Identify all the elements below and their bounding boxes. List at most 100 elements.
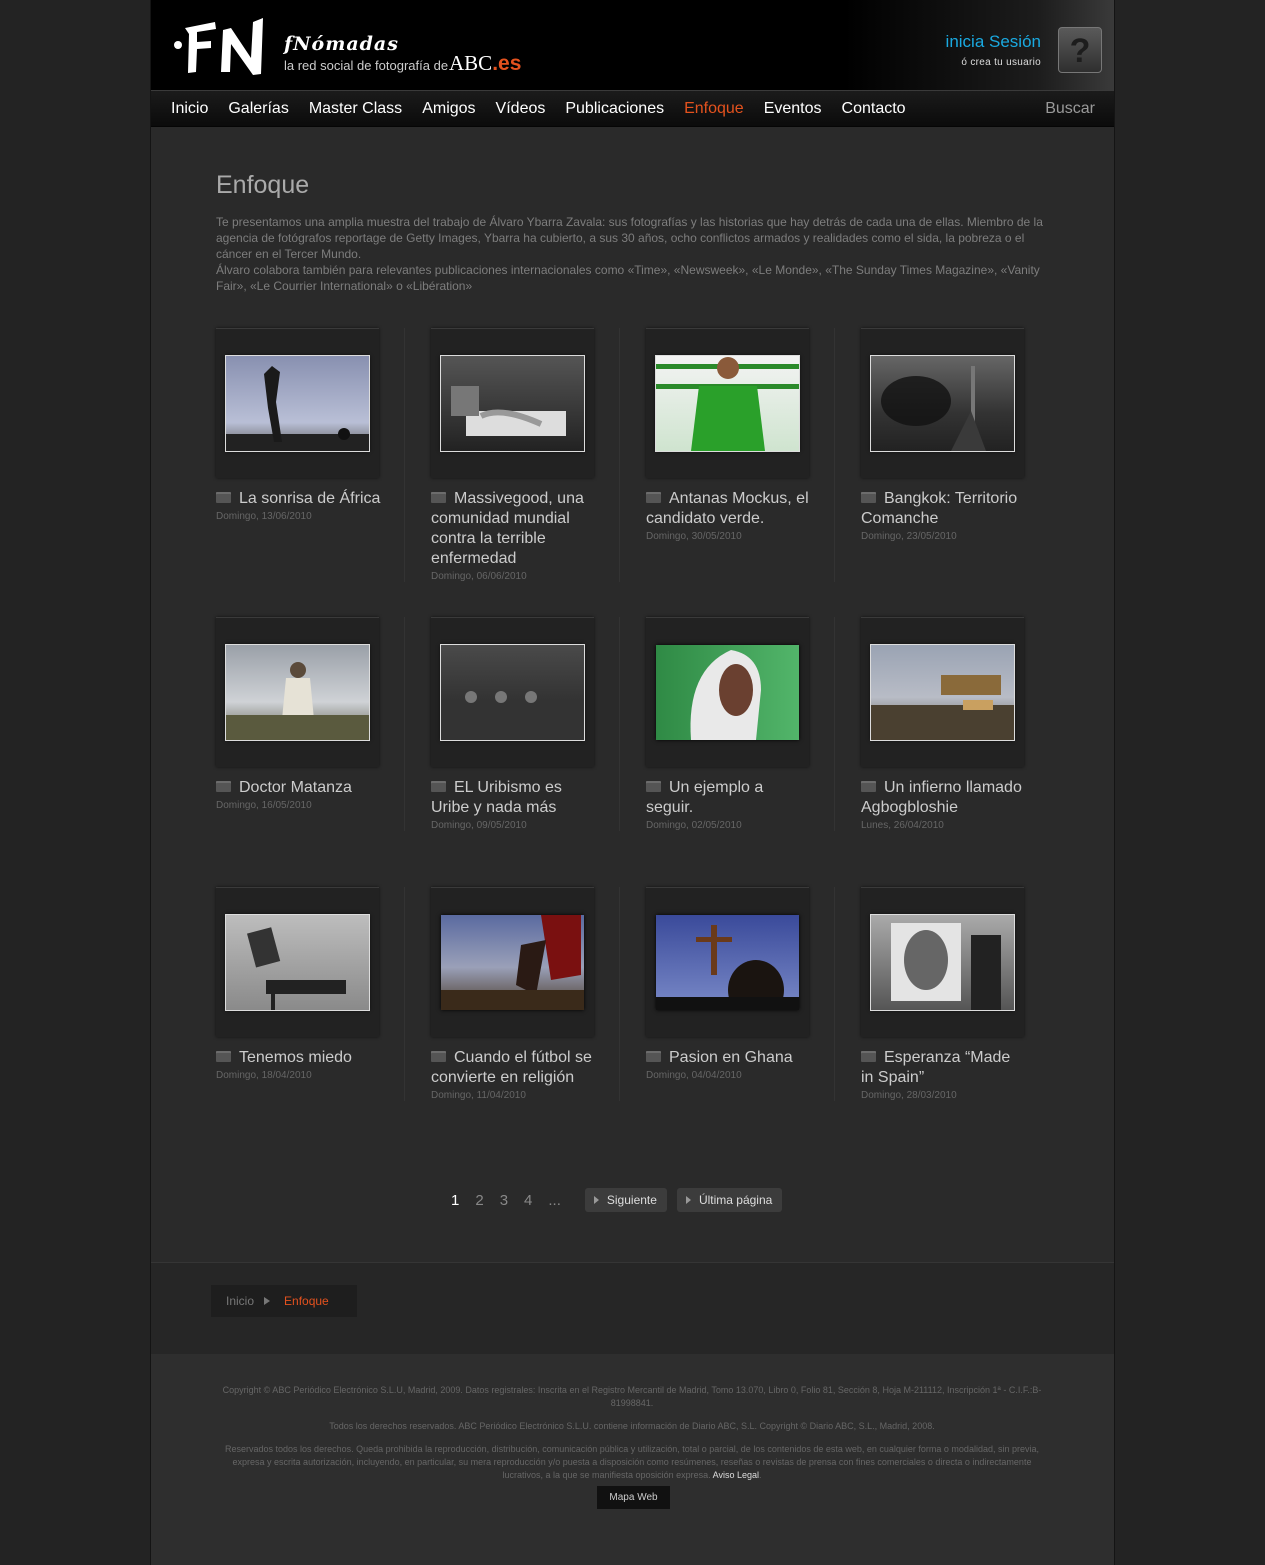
article-title-link[interactable]: Tenemos miedo bbox=[216, 1048, 381, 1068]
footer-legal-text: Reservados todos los derechos. Queda pro… bbox=[225, 1444, 1039, 1480]
site-logo-text[interactable]: fNómadas bbox=[284, 33, 399, 55]
thumbnail-frame[interactable] bbox=[431, 887, 594, 1037]
nav-item-amigos[interactable]: Amigos bbox=[412, 91, 485, 127]
abc-logo[interactable]: ABC.es bbox=[449, 51, 521, 76]
folder-icon bbox=[431, 781, 446, 792]
nav-item-master-class[interactable]: Master Class bbox=[299, 91, 412, 127]
article-title-link[interactable]: Doctor Matanza bbox=[216, 778, 381, 798]
thumbnail-frame[interactable] bbox=[216, 617, 379, 767]
article-title: Bangkok: Territorio Comanche bbox=[861, 490, 1018, 527]
thumbnail-frame[interactable] bbox=[861, 617, 1024, 767]
article-thumbnail[interactable] bbox=[656, 915, 799, 1010]
article-thumbnail[interactable] bbox=[225, 914, 370, 1011]
article-date: Domingo, 04/04/2010 bbox=[646, 1070, 742, 1081]
article-date: Domingo, 23/05/2010 bbox=[861, 531, 957, 542]
article-card: Doctor Matanza Domingo, 16/05/2010 bbox=[216, 617, 431, 831]
article-title-link[interactable]: Un ejemplo a seguir. bbox=[646, 778, 811, 818]
article-title-link[interactable]: La sonrisa de África bbox=[216, 489, 381, 509]
fn-logo-icon[interactable] bbox=[171, 10, 271, 80]
search-link[interactable]: Buscar bbox=[1045, 91, 1095, 127]
help-button[interactable]: ? bbox=[1058, 27, 1102, 73]
nav-item-enfoque[interactable]: Enfoque bbox=[674, 91, 754, 127]
article-thumbnail[interactable] bbox=[870, 355, 1015, 452]
article-thumbnail[interactable] bbox=[870, 644, 1015, 741]
article-thumbnail[interactable] bbox=[440, 644, 585, 741]
abc-logo-text: ABC bbox=[449, 51, 493, 75]
article-date: Domingo, 02/05/2010 bbox=[646, 820, 742, 831]
article-title-link[interactable]: Esperanza “Made in Spain” bbox=[861, 1048, 1026, 1088]
article-thumbnail[interactable] bbox=[225, 644, 370, 741]
article-title-link[interactable]: EL Uribismo es Uribe y nada más bbox=[431, 778, 596, 818]
article-card: Antanas Mockus, el candidato verde. Domin… bbox=[619, 328, 861, 582]
thumbnail-frame[interactable] bbox=[431, 328, 594, 478]
folder-icon bbox=[216, 1051, 231, 1062]
article-title: Antanas Mockus, el candidato verde. bbox=[646, 490, 809, 527]
breadcrumb-band: Inicio Enfoque bbox=[151, 1262, 1114, 1355]
article-card: La sonrisa de África Domingo, 13/06/2010 bbox=[216, 328, 431, 582]
footer-copyright: Copyright © ABC Periódico Electrónico S.… bbox=[222, 1385, 1042, 1408]
thumbnail-frame[interactable] bbox=[431, 617, 594, 767]
article-row: Tenemos miedo Domingo, 18/04/2010 Cuando e… bbox=[216, 887, 1076, 1101]
article-card: Tenemos miedo Domingo, 18/04/2010 bbox=[216, 887, 431, 1101]
folder-icon bbox=[861, 1051, 876, 1062]
article-title-link[interactable]: Cuando el fútbol se convierte en religió… bbox=[431, 1048, 596, 1088]
article-title-link[interactable]: Pasion en Ghana bbox=[646, 1048, 811, 1068]
article-title-link[interactable]: Un infierno llamado Agbogbloshie bbox=[861, 778, 1026, 818]
article-thumbnail[interactable] bbox=[656, 645, 799, 740]
article-card: Massivegood, una comunidad mundial contr… bbox=[404, 328, 646, 582]
article-thumbnail[interactable] bbox=[441, 915, 584, 1010]
page-1-link[interactable]: 1 bbox=[451, 1192, 459, 1209]
article-card: Bangkok: Territorio Comanche Domingo, 23/… bbox=[834, 328, 1076, 582]
article-card: Cuando el fútbol se convierte en religió… bbox=[404, 887, 646, 1101]
nav-item-eventos[interactable]: Eventos bbox=[754, 91, 832, 127]
aviso-legal-link[interactable]: Aviso Legal bbox=[713, 1470, 759, 1480]
breadcrumb-arrow-icon bbox=[264, 1297, 271, 1305]
article-title-link[interactable]: Antanas Mockus, el candidato verde. bbox=[646, 489, 811, 529]
thumbnail-frame[interactable] bbox=[646, 887, 809, 1037]
article-date: Domingo, 28/03/2010 bbox=[861, 1090, 957, 1101]
breadcrumb-home[interactable]: Inicio bbox=[226, 1294, 254, 1308]
folder-icon bbox=[216, 781, 231, 792]
intro-text: Te presentamos una amplia muestra del tr… bbox=[216, 214, 1056, 294]
nav-item-contacto[interactable]: Contacto bbox=[832, 91, 916, 127]
register-link[interactable]: ó crea tu usuario bbox=[946, 57, 1041, 68]
thumbnail-frame[interactable] bbox=[861, 328, 1024, 478]
article-title-link[interactable]: Massivegood, una comunidad mundial contr… bbox=[431, 489, 596, 569]
footer-legal: Reservados todos los derechos. Queda pro… bbox=[225, 1444, 1039, 1480]
nav-item-galer-as[interactable]: Galerías bbox=[218, 91, 298, 127]
thumbnail-frame[interactable] bbox=[646, 617, 809, 767]
article-title: Pasion en Ghana bbox=[669, 1049, 793, 1066]
page-2-link[interactable]: 2 bbox=[475, 1192, 483, 1209]
article-title-link[interactable]: Bangkok: Territorio Comanche bbox=[861, 489, 1026, 529]
article-date: Lunes, 26/04/2010 bbox=[861, 820, 944, 831]
sitemap-button[interactable]: Mapa Web bbox=[597, 1486, 670, 1509]
page-ellipsis: ... bbox=[548, 1191, 561, 1209]
thumbnail-frame[interactable] bbox=[216, 328, 379, 478]
page-4-link[interactable]: 4 bbox=[524, 1192, 532, 1209]
article-date: Domingo, 09/05/2010 bbox=[431, 820, 527, 831]
next-page-button[interactable]: Siguiente bbox=[584, 1188, 667, 1212]
article-title: Esperanza “Made in Spain” bbox=[861, 1049, 1011, 1086]
page-3-link[interactable]: 3 bbox=[500, 1192, 508, 1209]
article-thumbnail[interactable] bbox=[870, 914, 1015, 1011]
article-title: Un infierno llamado Agbogbloshie bbox=[861, 779, 1022, 816]
intro-paragraph-2: Álvaro colabora también para relevantes … bbox=[216, 263, 1040, 293]
article-card: Un infierno llamado Agbogbloshie Lunes, 2… bbox=[834, 617, 1076, 831]
thumbnail-frame[interactable] bbox=[216, 887, 379, 1037]
article-thumbnail[interactable] bbox=[655, 355, 800, 452]
folder-icon bbox=[861, 492, 876, 503]
breadcrumb-current[interactable]: Enfoque bbox=[284, 1294, 329, 1308]
article-thumbnail[interactable] bbox=[225, 355, 370, 452]
folder-icon bbox=[861, 781, 876, 792]
page-title: Enfoque bbox=[216, 171, 310, 199]
thumbnail-frame[interactable] bbox=[861, 887, 1024, 1037]
article-row: La sonrisa de África Domingo, 13/06/2010 M… bbox=[216, 328, 1076, 582]
nav-item-publicaciones[interactable]: Publicaciones bbox=[555, 91, 674, 127]
login-link[interactable]: inicia Sesión bbox=[946, 32, 1041, 52]
last-page-button[interactable]: Última página bbox=[676, 1188, 783, 1212]
nav-item-v-deos[interactable]: Vídeos bbox=[486, 91, 556, 127]
intro-paragraph-1: Te presentamos una amplia muestra del tr… bbox=[216, 215, 1043, 261]
article-thumbnail[interactable] bbox=[440, 355, 585, 452]
thumbnail-frame[interactable] bbox=[646, 328, 809, 478]
nav-item-inicio[interactable]: Inicio bbox=[161, 91, 218, 127]
